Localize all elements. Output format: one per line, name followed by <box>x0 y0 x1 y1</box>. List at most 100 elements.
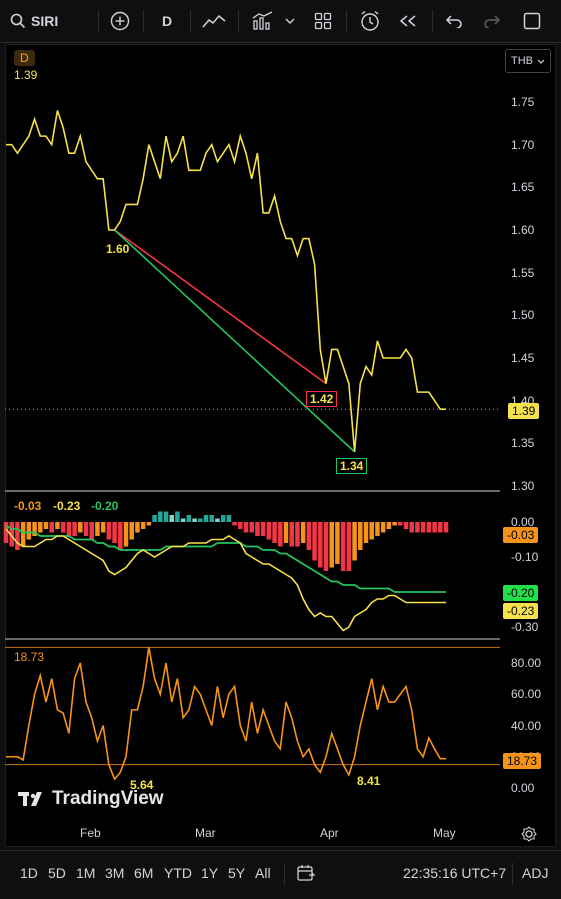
macd-histogram-bar <box>118 522 123 550</box>
range-5d[interactable]: 5D <box>48 865 66 881</box>
macd-histogram-bar <box>398 522 403 526</box>
macd-histogram-bar <box>83 522 89 536</box>
macd-histogram-bar <box>380 522 386 533</box>
macd-legend-histogram: -0.03 <box>14 499 42 513</box>
macd-y-tick: -0.30 <box>511 620 539 634</box>
macd-histogram-bar <box>243 522 249 533</box>
macd-histogram-bar <box>369 522 374 540</box>
range-1y[interactable]: 1Y <box>201 865 218 881</box>
macd-histogram-bar <box>232 522 237 526</box>
gear-icon <box>521 826 537 842</box>
current-price-tag: 1.39 <box>508 403 540 419</box>
macd-histogram-bar <box>432 522 437 533</box>
macd-histogram-bar <box>358 522 363 550</box>
macd-histogram-bar <box>95 522 100 536</box>
macd-histogram-bar <box>180 518 186 522</box>
clock-timezone[interactable]: 22:35:16 UTC+7 <box>403 865 506 881</box>
annotation-green-end: 1.34 <box>336 458 368 474</box>
macd-histogram-bar <box>255 522 260 536</box>
macd-histogram-bar <box>146 522 152 526</box>
x-tick-may: May <box>433 826 456 840</box>
adjust-button[interactable]: ADJ <box>522 865 548 881</box>
macd-histogram-bar <box>335 522 340 564</box>
interval-badge: D <box>14 50 35 66</box>
macd-legend-macd: -0.23 <box>53 499 81 513</box>
macd-histogram-bar <box>409 522 414 533</box>
macd-histogram-bar <box>226 515 232 522</box>
range-ytd[interactable]: YTD <box>164 865 192 881</box>
macd-histogram-bar <box>106 522 112 540</box>
macd-histogram-bar <box>375 522 380 536</box>
osc-value-tag: 18.73 <box>503 753 542 769</box>
tradingview-logo-icon <box>18 792 42 806</box>
range-5y[interactable]: 5Y <box>228 865 245 881</box>
range-1d[interactable]: 1D <box>20 865 38 881</box>
macd-histogram-bar <box>129 522 134 540</box>
macd-histogram-bar <box>100 522 106 533</box>
macd-histogram-bar <box>312 522 317 561</box>
macd-histogram-bar <box>300 522 306 543</box>
macd-histogram-bar <box>363 522 369 543</box>
osc-y-tick: 0.00 <box>511 781 535 795</box>
macd-histogram-bar <box>392 522 397 526</box>
macd-histogram-bar <box>140 522 146 529</box>
macd-histogram-bar <box>238 522 243 529</box>
chart-settings-button[interactable] <box>521 826 537 847</box>
goto-date-button[interactable] <box>296 863 316 888</box>
macd-histogram-bar <box>163 511 169 522</box>
macd-histogram-bar <box>318 522 323 568</box>
macd-histogram-bar <box>323 522 329 571</box>
macd-histogram-bar <box>3 522 9 543</box>
macd-histogram-bar <box>26 522 32 540</box>
macd-histogram-bar <box>135 522 140 533</box>
macd-histogram-bar <box>72 522 77 536</box>
macd-histogram-bar <box>175 511 180 522</box>
macd-histogram-bar <box>420 522 426 533</box>
osc-annotation-low2: 8.41 <box>357 774 381 788</box>
macd-histogram-bar <box>215 518 220 522</box>
watermark-text: TradingView <box>52 788 164 809</box>
macd-signal-tag: -0.20 <box>503 585 539 601</box>
macd-histogram-tag: -0.03 <box>503 527 539 543</box>
macd-histogram-bar <box>192 518 197 522</box>
x-tick-feb: Feb <box>80 826 101 840</box>
macd-histogram-bar <box>295 522 300 547</box>
osc-y-tick: 60.00 <box>511 687 542 702</box>
price-y-tick: 1.65 <box>511 180 535 195</box>
macd-histogram-bar <box>283 522 289 543</box>
macd-line <box>5 528 446 632</box>
x-tick-apr: Apr <box>320 826 339 840</box>
range-all[interactable]: All <box>255 865 271 881</box>
macd-histogram-bar <box>60 522 66 533</box>
range-6m[interactable]: 6M <box>134 865 153 881</box>
chevron-down-icon <box>537 59 545 64</box>
tradingview-watermark: TradingView <box>18 788 164 810</box>
macd-histogram-bar <box>329 522 334 568</box>
currency-label: THB <box>511 55 533 67</box>
macd-histogram-bar <box>203 515 209 522</box>
macd-histogram-bar <box>403 522 409 529</box>
macd-histogram-bar <box>346 522 352 571</box>
macd-histogram-bar <box>158 511 163 522</box>
range-3m[interactable]: 3M <box>105 865 124 881</box>
range-1m[interactable]: 1M <box>76 865 95 881</box>
macd-histogram-bar <box>66 522 72 536</box>
macd-histogram-bar <box>352 522 357 561</box>
macd-y-tick: -0.10 <box>511 550 539 564</box>
calendar-icon <box>297 865 316 881</box>
price-line <box>6 110 446 452</box>
macd-histogram-bar <box>20 522 26 547</box>
macd-histogram-bar <box>15 522 20 550</box>
trendline-green <box>114 229 356 453</box>
price-y-tick: 1.75 <box>511 95 535 109</box>
macd-histogram-bar <box>186 515 192 522</box>
macd-histogram-bar <box>123 522 129 547</box>
currency-selector[interactable]: THB <box>505 49 551 73</box>
macd-histogram-bar <box>220 515 226 522</box>
separator <box>512 863 513 885</box>
separator <box>284 863 285 885</box>
price-y-tick: 1.55 <box>511 265 535 280</box>
macd-histogram-bar <box>278 522 283 547</box>
trendline-red <box>114 229 327 385</box>
macd-histogram-bar <box>260 522 266 536</box>
